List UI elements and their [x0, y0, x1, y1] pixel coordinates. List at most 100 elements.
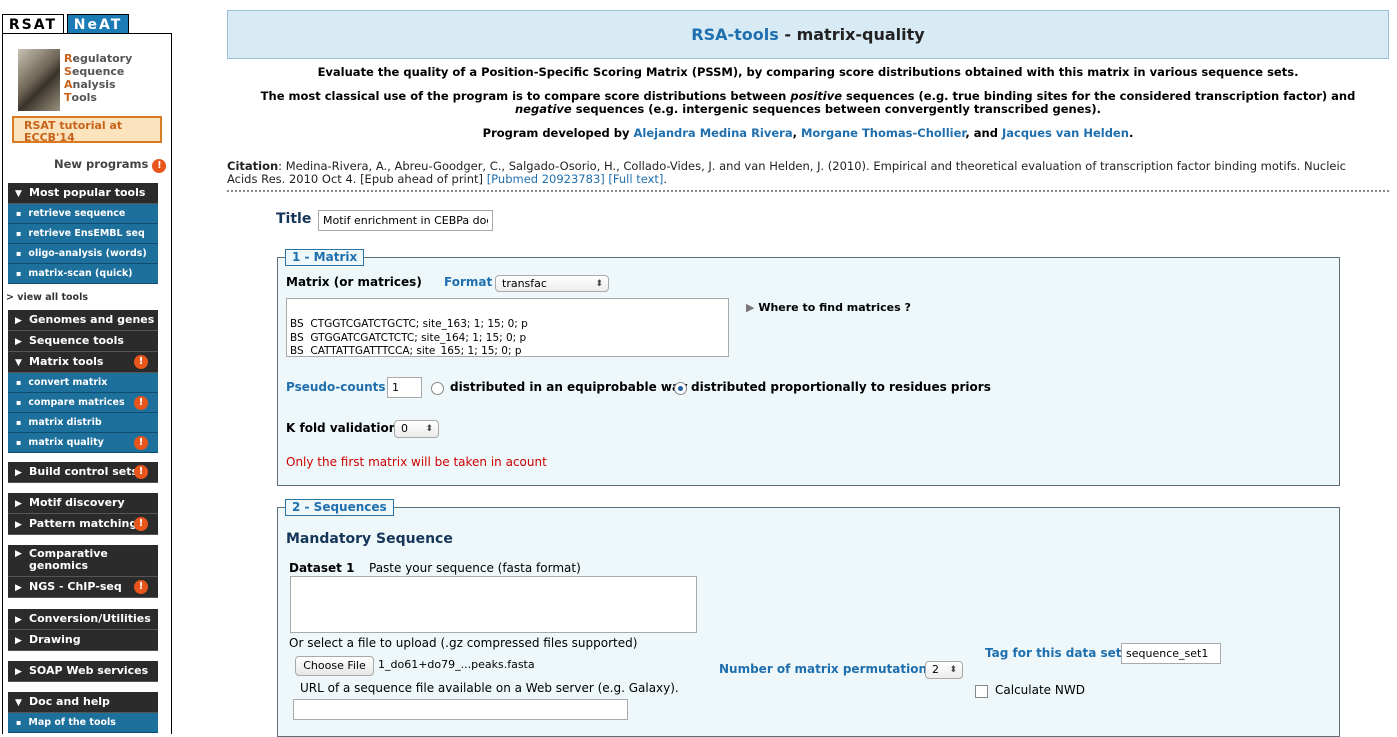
menu-header-popular[interactable]: ▼ Most popular tools — [8, 183, 158, 204]
permutations-select[interactable]: 2 — [925, 661, 963, 679]
choose-file-button[interactable]: Choose File — [295, 656, 374, 676]
developers-dot: . — [1128, 126, 1134, 140]
menu-header-comparative[interactable]: ▶ Comparative genomics — [8, 545, 158, 577]
url-input[interactable] — [293, 699, 628, 720]
developers-and: , and — [965, 126, 1002, 140]
menu-item-compare-matrices[interactable]: compare matrices! — [8, 393, 158, 413]
format-label: Format — [444, 275, 493, 289]
nwd-label: Calculate NWD — [995, 683, 1085, 697]
fulltext-link[interactable]: [Full text] — [608, 172, 663, 186]
menu-item-map-tools[interactable]: Map of the tools — [8, 713, 158, 733]
rsa-tools-link[interactable]: RSA-tools — [691, 25, 779, 44]
sequence-textarea[interactable] — [290, 576, 697, 633]
menu-header-motif-discovery[interactable]: ▶ Motif discovery — [8, 493, 158, 514]
menu-doc: ▼ Doc and help Map of the tools — [8, 692, 158, 733]
divider — [227, 190, 1389, 192]
menu-header-label: Doc and help — [29, 695, 110, 708]
developer-link-medina[interactable]: Alejandra Medina Rivera — [634, 126, 793, 140]
triangle-right-icon: ▶ — [15, 499, 22, 509]
proportional-radio[interactable] — [674, 382, 687, 395]
developer-link-thomas[interactable]: Morgane Thomas-Chollier — [801, 126, 965, 140]
menu-header-label: Sequence tools — [29, 334, 124, 347]
new-icon: ! — [134, 436, 148, 450]
page-header: RSA-tools - matrix-quality — [227, 10, 1389, 59]
menu-item-retrieve-sequence[interactable]: retrieve sequence — [8, 204, 158, 224]
developers-line: Program developed by Alejandra Medina Ri… — [227, 127, 1389, 140]
new-programs-link[interactable]: New programs ! — [54, 157, 167, 173]
equiprobable-label: distributed in an equiprobable way — [450, 380, 688, 394]
new-icon: ! — [134, 396, 148, 410]
view-all-tools-link[interactable]: > view all tools — [6, 292, 88, 303]
menu-header-label: Pattern matching — [29, 517, 138, 530]
menu-conversion: ▶ Conversion/Utilities ▶ Drawing — [8, 609, 158, 651]
menu-item-matrix-scan[interactable]: matrix-scan (quick) — [8, 264, 158, 284]
menu-build: ▶ Build control sets! — [8, 462, 158, 483]
developer-link-vanhelden[interactable]: Jacques van Helden — [1002, 126, 1129, 140]
usage-positive: positive — [790, 89, 842, 103]
triangle-right-icon: ▶ — [15, 337, 22, 347]
menu-item-retrieve-ensembl[interactable]: retrieve EnsEMBL seq — [8, 224, 158, 244]
first-matrix-warning: Only the first matrix will be taken in a… — [286, 455, 547, 469]
tab-neat[interactable]: NeAT — [67, 14, 129, 34]
menu-popular: ▼ Most popular tools retrieve sequence re… — [8, 183, 158, 284]
citation-label: Citation — [227, 159, 279, 173]
nwd-checkbox[interactable] — [975, 685, 988, 698]
menu-item-convert-matrix[interactable]: convert matrix — [8, 373, 158, 393]
menu-header-soap[interactable]: ▶ SOAP Web services — [8, 661, 158, 682]
pubmed-link[interactable]: [Pubmed 20923783] — [487, 172, 605, 186]
pseudo-counts-label: Pseudo-counts — [286, 380, 386, 394]
logo-line-1: egulatory — [72, 52, 133, 65]
header-separator: - — [778, 25, 797, 44]
menu-item-matrix-distrib[interactable]: matrix distrib — [8, 413, 158, 433]
triangle-down-icon: ▼ — [15, 358, 22, 368]
permutations-label: Number of matrix permutations — [719, 662, 935, 676]
menu-header-ngs[interactable]: ▶ NGS - ChIP-seq! — [8, 577, 158, 598]
new-icon: ! — [134, 465, 148, 479]
new-programs-label: New programs — [54, 157, 149, 171]
triangle-right-icon: ▶ — [15, 316, 22, 326]
where-matrices-link[interactable]: ▶ Where to find matrices ? — [746, 301, 911, 314]
menu-header-label: Conversion/Utilities — [29, 612, 151, 625]
menu-header-drawing[interactable]: ▶ Drawing — [8, 630, 158, 651]
menu-item-label: matrix quality — [28, 437, 104, 448]
menu-item-oligo-analysis[interactable]: oligo-analysis (words) — [8, 244, 158, 264]
menu-header-label: Matrix tools — [29, 355, 104, 368]
dataset-label: Dataset 1 — [289, 561, 355, 575]
rsat-logo-image[interactable] — [18, 49, 60, 111]
usage-text-a: The most classical use of the program is… — [260, 89, 791, 103]
tag-input[interactable] — [1121, 643, 1221, 664]
menu-header-label: SOAP Web services — [29, 664, 149, 677]
menu-header-doc-help[interactable]: ▼ Doc and help — [8, 692, 158, 713]
tab-rsat[interactable]: RSAT — [2, 14, 64, 34]
menu-header-matrix-tools[interactable]: ▼ Matrix tools! — [8, 352, 158, 373]
menu-header-build-control[interactable]: ▶ Build control sets! — [8, 462, 158, 483]
developers-comma: , — [792, 126, 801, 140]
citation-end: . — [663, 172, 668, 186]
where-matrices-label: Where to find matrices ? — [758, 301, 911, 314]
tutorial-link[interactable]: RSAT tutorial at ECCB'14 — [12, 116, 162, 144]
menu-header-label: NGS - ChIP-seq — [29, 580, 122, 593]
menu-header-label: Motif discovery — [29, 496, 125, 509]
menu-header-conversion[interactable]: ▶ Conversion/Utilities — [8, 609, 158, 630]
menu-header-pattern-matching[interactable]: ▶ Pattern matching! — [8, 514, 158, 535]
matrix-textarea[interactable]: BS CTGGTCGATCTGCTC; site_163; 1; 15; 0; … — [286, 298, 729, 357]
pseudo-counts-input[interactable] — [387, 377, 422, 398]
upload-text: Or select a file to upload (.gz compress… — [289, 636, 638, 650]
dataset-hint: Paste your sequence (fasta format) — [369, 561, 581, 575]
menu-header-label: Drawing — [29, 633, 81, 646]
matrix-legend: 1 - Matrix — [285, 249, 365, 266]
menu-header-genomes[interactable]: ▶ Genomes and genes — [8, 310, 158, 331]
triangle-right-icon: ▶ — [15, 468, 22, 478]
menu-item-matrix-quality[interactable]: matrix quality! — [8, 433, 158, 453]
matrix-label: Matrix (or matrices) — [286, 275, 422, 289]
triangle-right-icon: ▶ — [15, 549, 22, 559]
logo-line-2: equence — [71, 65, 125, 78]
equiprobable-radio[interactable] — [431, 382, 444, 395]
new-icon: ! — [134, 517, 148, 531]
format-select[interactable]: transfac — [495, 275, 609, 292]
triangle-right-icon: ▶ — [15, 615, 22, 625]
kfold-select[interactable]: 0 — [394, 420, 439, 438]
menu-header-sequence-tools[interactable]: ▶ Sequence tools — [8, 331, 158, 352]
title-input[interactable] — [318, 210, 493, 231]
citation-text: : Medina-Rivera, A., Abreu-Goodger, C., … — [227, 159, 1346, 186]
